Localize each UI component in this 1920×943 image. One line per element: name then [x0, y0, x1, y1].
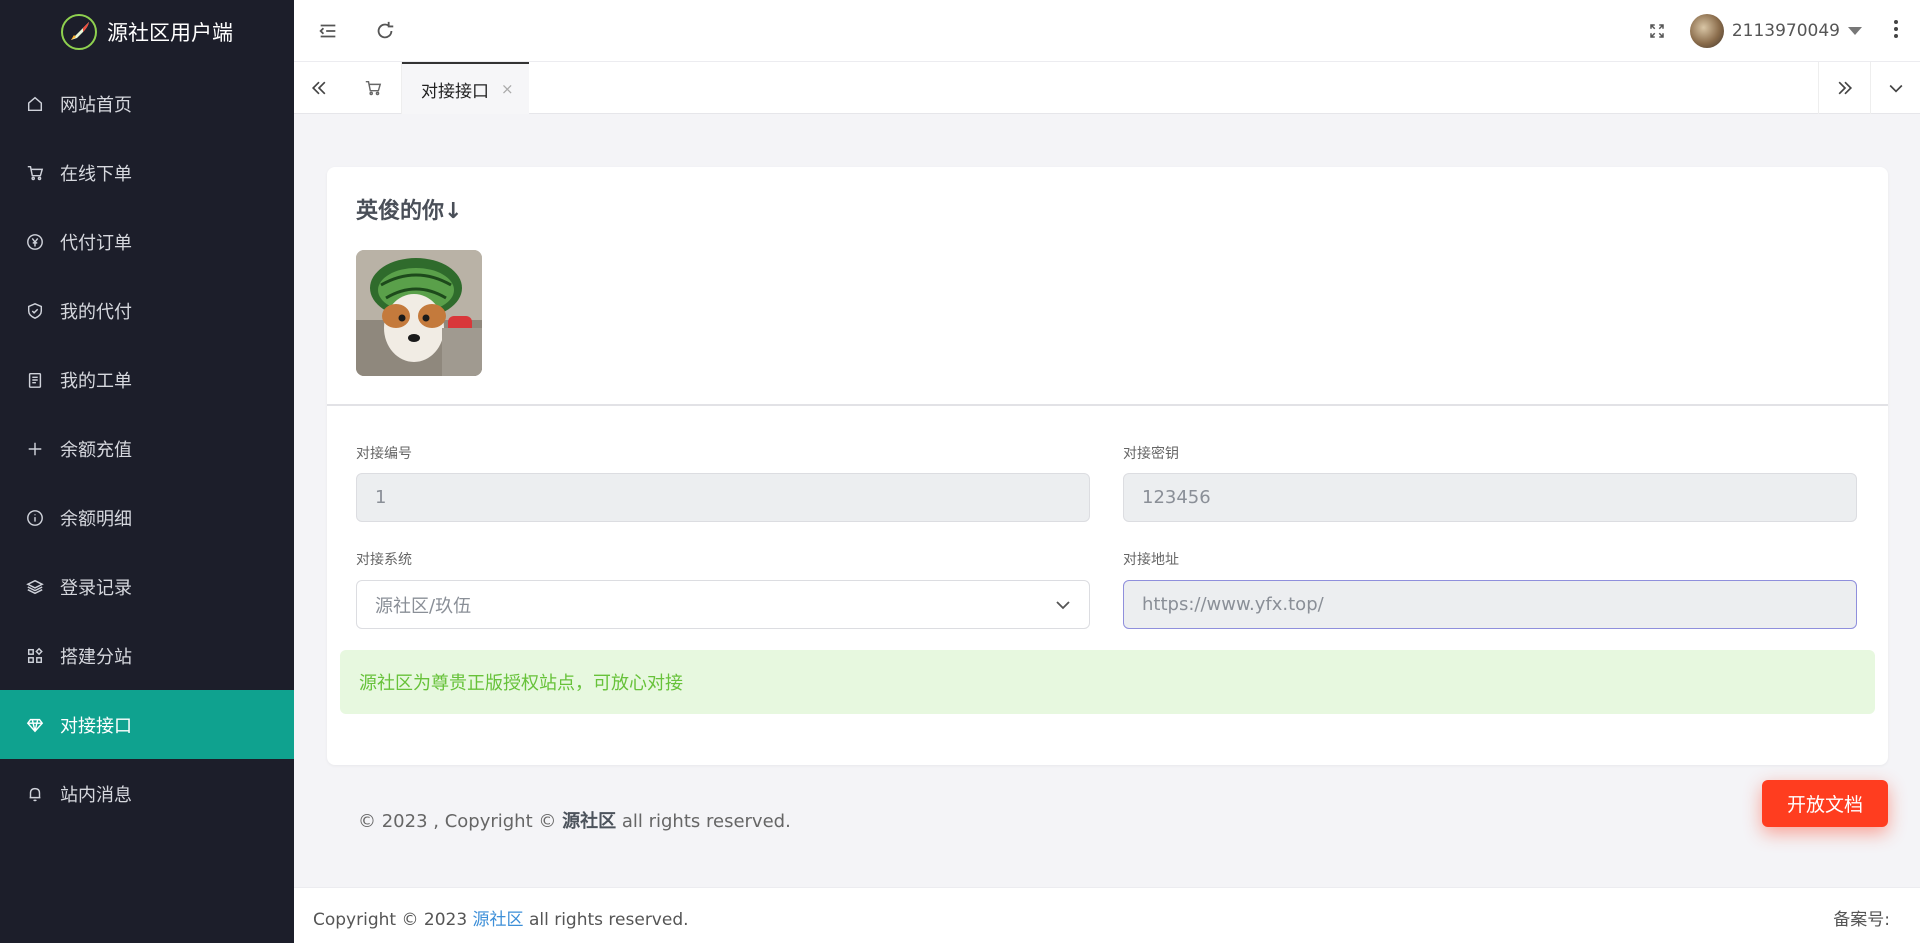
footer-suffix: all rights reserved. — [528, 910, 689, 930]
sidebar-item-api[interactable]: 对接接口 — [0, 690, 294, 759]
page-copyright: © 2023 , Copyright © 源社区 all rights rese… — [358, 807, 791, 833]
more-options-button[interactable] — [1894, 20, 1898, 38]
footer-copyright: Copyright © 2023 源社区 all rights reserved… — [313, 905, 689, 930]
sidebar-item-label: 余额充值 — [60, 439, 132, 461]
menu-fold-icon — [319, 24, 336, 38]
more-vertical-icon — [1894, 20, 1898, 24]
sidebar-item-label: 搭建分站 — [60, 646, 132, 668]
sidebar-item-substation[interactable]: 搭建分站 — [0, 621, 294, 690]
api-card: 英俊的你↓ 对接编号 1 对接密钥 123456 对接系统 源社区/玖伍 对接地… — [327, 167, 1888, 765]
sidebar-item-label: 对接接口 — [60, 715, 132, 737]
footer-prefix: Copyright © 2023 — [313, 910, 468, 930]
top-header: 2113970049 — [294, 0, 1920, 62]
menu-fold-button[interactable] — [313, 16, 343, 46]
refresh-button[interactable] — [370, 16, 400, 46]
sidebar-item-label: 我的代付 — [60, 301, 132, 323]
sidebar-item-label: 我的工单 — [60, 370, 132, 392]
api-system-label: 对接系统 — [356, 552, 412, 568]
double-chevron-right-icon — [1838, 81, 1852, 95]
sidebar-item-my-proxy[interactable]: 我的代付 — [0, 276, 294, 345]
dog-photo-icon — [356, 250, 482, 376]
sidebar-item-label: 网站首页 — [60, 94, 132, 116]
user-menu[interactable]: 2113970049 — [1689, 14, 1862, 48]
cart-icon — [365, 80, 381, 96]
sidebar-item-messages[interactable]: 站内消息 — [0, 759, 294, 828]
sidebar-item-login-records[interactable]: 登录记录 — [0, 552, 294, 621]
chevron-down-icon — [1889, 84, 1902, 93]
plus-icon — [26, 440, 44, 458]
sidebar-item-balance-detail[interactable]: 余额明细 — [0, 483, 294, 552]
bottom-footer: Copyright © 2023 源社区 all rights reserved… — [294, 887, 1920, 943]
chevron-down-icon — [1055, 597, 1070, 611]
sidebar-item-label: 在线下单 — [60, 163, 132, 185]
sidebar-nav: 网站首页 在线下单 代付订单 我的代付 我的工单 余额充值 余额明细 登录记录 — [0, 69, 294, 828]
brand-name: 源社区用户端 — [107, 20, 233, 45]
sidebar-item-label: 余额明细 — [60, 508, 132, 530]
avatar — [1689, 14, 1724, 48]
api-system-value: 源社区/玖伍 — [375, 595, 472, 617]
api-url-field[interactable]: https://www.yfx.top/ — [1123, 580, 1857, 629]
clipboard-icon — [26, 371, 44, 389]
sidebar-item-label: 站内消息 — [60, 784, 132, 806]
sidebar-item-label: 代付订单 — [60, 232, 132, 254]
rocket-logo-icon — [61, 13, 97, 50]
card-title: 英俊的你↓ — [356, 199, 463, 224]
copyright-suffix: all rights reserved. — [621, 811, 791, 832]
sidebar-item-label: 登录记录 — [60, 577, 132, 599]
sidebar-item-order[interactable]: 在线下单 — [0, 138, 294, 207]
sidebar-item-tickets[interactable]: 我的工单 — [0, 345, 294, 414]
authorization-notice: 源社区为尊贵正版授权站点，可放心对接 — [340, 650, 1875, 714]
username: 2113970049 — [1731, 21, 1840, 41]
tabs-scroll-right-button[interactable] — [1818, 62, 1870, 114]
tabs-dropdown-button[interactable] — [1870, 62, 1920, 114]
api-id-field[interactable]: 1 — [356, 473, 1090, 522]
sidebar-item-home[interactable]: 网站首页 — [0, 69, 294, 138]
layers-icon — [26, 578, 44, 596]
api-key-field[interactable]: 123456 — [1123, 473, 1857, 522]
sidebar: 源社区用户端 网站首页 在线下单 代付订单 我的代付 我的工单 余额充值 余额明… — [0, 0, 294, 943]
close-icon[interactable]: × — [501, 80, 514, 98]
apps-icon — [26, 647, 44, 665]
tabs-scroll-left-button[interactable] — [294, 62, 344, 114]
cart-icon — [26, 164, 44, 182]
tab-home[interactable] — [344, 62, 402, 114]
brand[interactable]: 源社区用户端 — [0, 0, 294, 63]
api-id-label: 对接编号 — [356, 446, 412, 462]
api-key-label: 对接密钥 — [1123, 446, 1179, 462]
api-system-select[interactable]: 源社区/玖伍 — [356, 580, 1090, 629]
footer-brand-link[interactable]: 源社区 — [473, 910, 524, 930]
diamond-icon — [26, 716, 44, 734]
open-docs-button[interactable]: 开放文档 — [1762, 780, 1888, 827]
fullscreen-icon — [1650, 24, 1664, 38]
caret-down-icon — [1848, 27, 1862, 35]
copyright-prefix: © 2023 , Copyright © — [358, 811, 557, 832]
copyright-brand: 源社区 — [562, 811, 617, 832]
fullscreen-button[interactable] — [1642, 16, 1672, 46]
card-divider — [327, 404, 1888, 406]
bell-icon — [26, 785, 44, 803]
api-url-label: 对接地址 — [1123, 552, 1179, 568]
shield-check-icon — [26, 302, 44, 320]
record-number: 备案号: — [1833, 910, 1890, 930]
home-icon — [26, 95, 44, 113]
info-icon — [26, 509, 44, 527]
tab-api[interactable]: 对接接口 × — [402, 62, 529, 114]
tab-label: 对接接口 — [421, 81, 489, 102]
user-photo — [356, 250, 482, 376]
double-chevron-left-icon — [311, 81, 326, 95]
yen-icon — [26, 233, 44, 251]
refresh-icon — [377, 21, 394, 39]
tabs-bar: 对接接口 × — [294, 62, 1920, 114]
sidebar-item-proxy-orders[interactable]: 代付订单 — [0, 207, 294, 276]
sidebar-item-recharge[interactable]: 余额充值 — [0, 414, 294, 483]
